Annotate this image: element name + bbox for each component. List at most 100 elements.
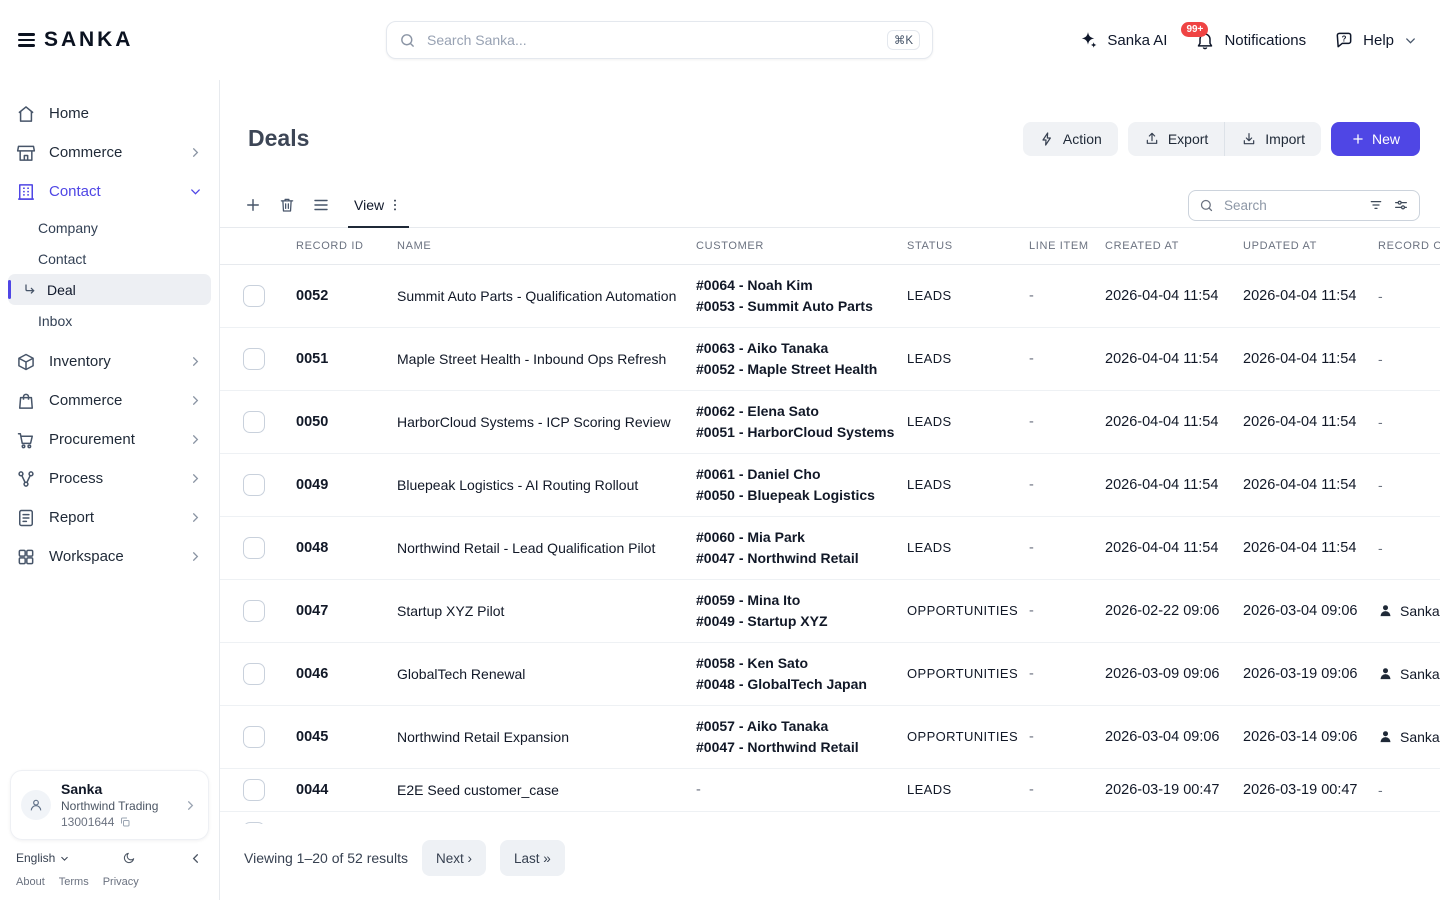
customer-link[interactable]: #0064 - Noah Kim	[696, 275, 895, 296]
sidebar-item-home[interactable]: Home	[0, 94, 219, 133]
help-chat-icon: ?	[1334, 30, 1354, 50]
export-button[interactable]: Export	[1128, 122, 1224, 156]
row-checkbox[interactable]	[243, 663, 265, 685]
chevron-right-icon[interactable]	[183, 798, 198, 813]
export-import-group: Export Import	[1128, 122, 1321, 156]
customer-link[interactable]: #0052 - Maple Street Health	[696, 359, 895, 380]
filter-icon[interactable]	[1368, 197, 1384, 213]
customer-link[interactable]: #0057 - Aiko Tanaka	[696, 716, 895, 737]
customer-link[interactable]: #0051 - HarborCloud Systems	[696, 422, 895, 443]
row-checkbox[interactable]	[243, 348, 265, 370]
next-page-button[interactable]: Next ›	[422, 840, 486, 876]
table-row[interactable]: 0043 E2E Seed customer_case - LEADS - 20…	[220, 812, 1440, 824]
column-header[interactable]: CUSTOMER	[696, 240, 907, 252]
sidebar-item-contact-child[interactable]: Contact	[0, 243, 219, 274]
global-search-input[interactable]	[425, 31, 878, 49]
table-row[interactable]: 0051 Maple Street Health - Inbound Ops R…	[220, 328, 1440, 391]
cell-line-item: -	[1029, 782, 1105, 798]
customer-link[interactable]: #0062 - Elena Sato	[696, 401, 895, 422]
column-header[interactable]: STATUS	[907, 240, 1029, 252]
notifications-button[interactable]: 99+ Notifications	[1195, 30, 1306, 50]
customer-link[interactable]: #0058 - Ken Sato	[696, 653, 895, 674]
customer-link[interactable]: #0063 - Aiko Tanaka	[696, 338, 895, 359]
list-icon[interactable]	[312, 196, 330, 214]
customer-link[interactable]: #0049 - Startup XYZ	[696, 611, 895, 632]
cell-line-item: -	[1029, 351, 1105, 367]
new-button[interactable]: New	[1331, 122, 1420, 156]
language-select[interactable]: English	[16, 851, 70, 865]
export-icon	[1144, 131, 1160, 147]
column-header[interactable]: UPDATED AT	[1243, 240, 1378, 252]
last-page-button[interactable]: Last »	[500, 840, 565, 876]
table-row[interactable]: 0050 HarborCloud Systems - ICP Scoring R…	[220, 391, 1440, 454]
table-row[interactable]: 0052 Summit Auto Parts - Qualification A…	[220, 265, 1440, 328]
cell-record-owner: -	[1378, 351, 1440, 367]
chevron-right-icon	[188, 510, 203, 525]
sidebar-item-inventory[interactable]: Inventory	[0, 342, 219, 381]
customer-link[interactable]: #0061 - Daniel Cho	[696, 464, 895, 485]
kebab-icon[interactable]	[387, 197, 403, 213]
cell-record-id: 0046	[296, 666, 397, 682]
table-search[interactable]	[1188, 190, 1420, 221]
sanka-ai-label: Sanka AI	[1107, 32, 1167, 49]
row-checkbox[interactable]	[243, 411, 265, 433]
terms-link[interactable]: Terms	[59, 876, 89, 888]
global-search[interactable]: ⌘K	[386, 21, 933, 59]
action-button[interactable]: Action	[1023, 122, 1118, 156]
row-checkbox[interactable]	[243, 285, 265, 307]
column-header[interactable]: NAME	[397, 240, 696, 252]
cell-status: LEADS	[907, 351, 1029, 366]
row-checkbox[interactable]	[243, 726, 265, 748]
customer-link[interactable]: #0059 - Mina Ito	[696, 590, 895, 611]
copy-icon[interactable]	[119, 816, 131, 828]
sidebar-item-report[interactable]: Report	[0, 498, 219, 537]
customer-link[interactable]: #0047 - Northwind Retail	[696, 737, 895, 758]
customer-link[interactable]: #0047 - Northwind Retail	[696, 548, 895, 569]
import-button[interactable]: Import	[1224, 122, 1321, 156]
add-view-icon[interactable]	[244, 196, 262, 214]
table-row[interactable]: 0046 GlobalTech Renewal #0058 - Ken Sato…	[220, 643, 1440, 706]
table-row[interactable]: 0044 E2E Seed customer_case - LEADS - 20…	[220, 769, 1440, 812]
table-row[interactable]: 0045 Northwind Retail Expansion #0057 - …	[220, 706, 1440, 769]
sidebar-item-commerce-2[interactable]: Commerce	[0, 381, 219, 420]
brand[interactable]: SANKA	[18, 0, 133, 80]
table-row[interactable]: 0047 Startup XYZ Pilot #0059 - Mina Ito#…	[220, 580, 1440, 643]
table-row[interactable]: 0049 Bluepeak Logistics - AI Routing Rol…	[220, 454, 1440, 517]
customer-link[interactable]: #0060 - Mia Park	[696, 527, 895, 548]
about-link[interactable]: About	[16, 876, 45, 888]
sidebar-item-deal[interactable]: Deal	[8, 274, 211, 305]
cell-record-owner: Sanka	[1378, 603, 1440, 619]
row-checkbox[interactable]	[243, 474, 265, 496]
column-header[interactable]: RECORD OWNER	[1378, 240, 1440, 252]
sidebar-item-label: Procurement	[49, 431, 135, 448]
account-card[interactable]: Sanka Northwind Trading 13001644	[10, 770, 209, 840]
collapse-sidebar-icon[interactable]	[188, 851, 203, 866]
customer-link[interactable]: #0053 - Summit Auto Parts	[696, 296, 895, 317]
table-search-input[interactable]	[1222, 197, 1360, 214]
row-checkbox[interactable]	[243, 600, 265, 622]
sidebar-item-company[interactable]: Company	[0, 212, 219, 243]
sidebar-item-contact[interactable]: Contact	[0, 172, 219, 211]
sidebar-item-procurement[interactable]: Procurement	[0, 420, 219, 459]
sidebar-item-workspace[interactable]: Workspace	[0, 537, 219, 576]
customer-link[interactable]: #0050 - Bluepeak Logistics	[696, 485, 895, 506]
help-button[interactable]: ? Help	[1334, 30, 1418, 50]
sidebar-item-inbox[interactable]: Inbox	[0, 305, 219, 336]
column-header[interactable]: RECORD ID	[296, 240, 397, 252]
customer-link[interactable]: #0048 - GlobalTech Japan	[696, 674, 895, 695]
row-checkbox[interactable]	[243, 779, 265, 801]
sanka-ai-button[interactable]: Sanka AI	[1078, 30, 1167, 50]
sliders-icon[interactable]	[1393, 197, 1409, 213]
row-checkbox[interactable]	[243, 537, 265, 559]
table-row[interactable]: 0048 Northwind Retail - Lead Qualificati…	[220, 517, 1440, 580]
column-header[interactable]: CREATED AT	[1105, 240, 1243, 252]
sidebar-item-process[interactable]: Process	[0, 459, 219, 498]
column-header[interactable]: LINE ITEM	[1029, 240, 1105, 252]
deals-table: RECORD IDNAMECUSTOMERSTATUSLINE ITEMCREA…	[220, 228, 1440, 824]
moon-icon[interactable]	[122, 851, 136, 865]
sidebar-item-commerce-1[interactable]: Commerce	[0, 133, 219, 172]
tab-view[interactable]: View	[348, 184, 409, 228]
trash-icon[interactable]	[278, 196, 296, 214]
privacy-link[interactable]: Privacy	[103, 876, 139, 888]
sanka-logo-icon	[18, 30, 35, 50]
